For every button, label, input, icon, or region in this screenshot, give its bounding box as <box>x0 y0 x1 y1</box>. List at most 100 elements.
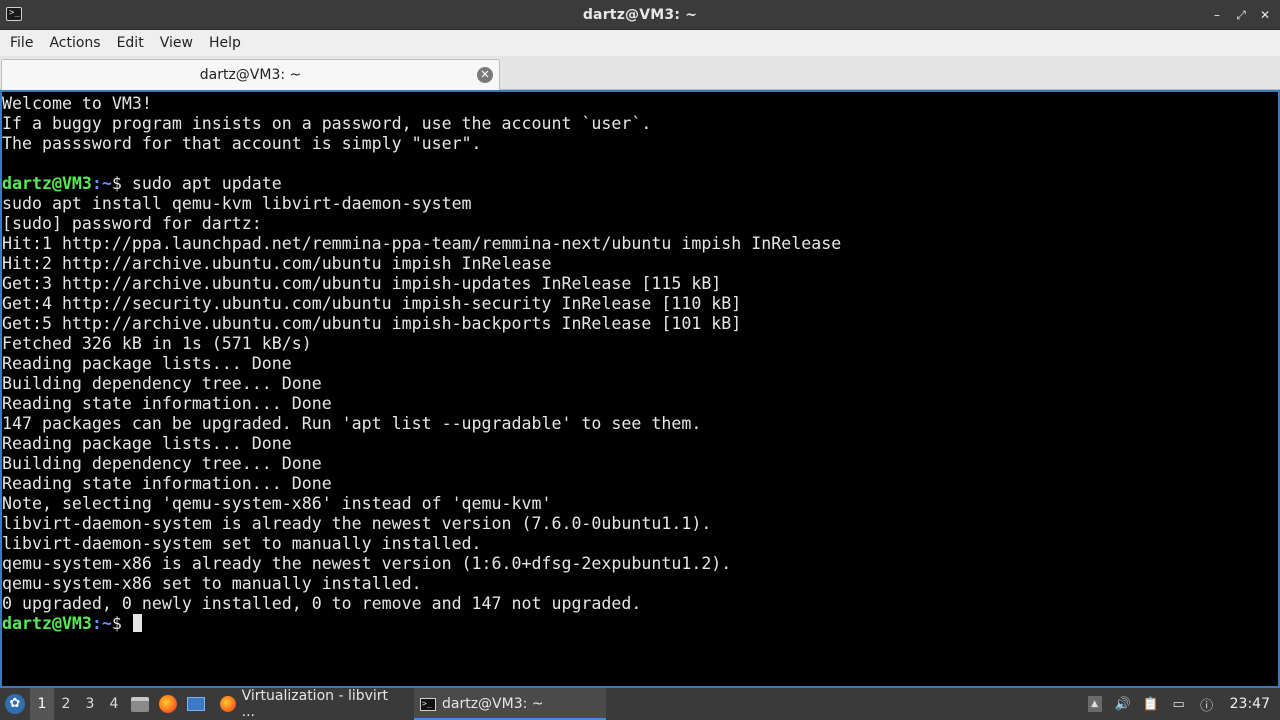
terminal-line: qemu-system-x86 set to manually installe… <box>2 574 1278 594</box>
close-icon[interactable]: ✕ <box>1258 8 1272 22</box>
terminal-line: 0 upgraded, 0 newly installed, 0 to remo… <box>2 594 1278 614</box>
prompt-user: dartz@VM3 <box>2 174 92 193</box>
terminal-line: Get:4 http://security.ubuntu.com/ubuntu … <box>2 294 1278 314</box>
desktop-4-button[interactable]: 4 <box>102 688 126 720</box>
terminal-line-text: Get:5 http://archive.ubuntu.com/ubuntu i… <box>2 314 742 333</box>
terminal-icon: >_ <box>420 697 436 711</box>
task-terminal[interactable]: >_ dartz@VM3: ~ <box>414 688 606 720</box>
terminal-line-text: Welcome to VM3! <box>2 94 152 113</box>
terminal-line: Reading state information... Done <box>2 394 1278 414</box>
terminal-line: If a buggy program insists on a password… <box>2 114 1278 134</box>
menu-edit[interactable]: Edit <box>109 35 152 51</box>
task-label: dartz@VM3: ~ <box>442 696 544 712</box>
terminal-line-text: 147 packages can be upgraded. Run 'apt l… <box>2 414 702 433</box>
prompt-suffix: $ <box>111 614 132 633</box>
firefox-launcher[interactable] <box>154 688 182 720</box>
notifications-icon[interactable]: ⓘ <box>1196 693 1218 715</box>
terminal-line-text: sudo apt update <box>131 174 282 193</box>
terminal-line-text: Get:4 http://security.ubuntu.com/ubuntu … <box>2 294 742 313</box>
terminal-prompt-line: dartz@VM3:~$ <box>2 614 1278 634</box>
terminal-prompt-line: dartz@VM3:~$ sudo apt update <box>2 174 1278 194</box>
task-firefox-virtualization[interactable]: Virtualization - libvirt ... <box>214 688 408 720</box>
tray-expand-icon[interactable]: ▲ <box>1084 693 1106 715</box>
terminal-line: Reading state information... Done <box>2 474 1278 494</box>
menu-bar: File Actions Edit View Help <box>0 30 1280 56</box>
window-controls: – ⤢ ✕ <box>1210 0 1272 30</box>
terminal-line-text: Note, selecting 'qemu-system-x86' instea… <box>2 494 552 513</box>
terminal-line-text: libvirt-daemon-system is already the new… <box>2 514 712 533</box>
terminal-output[interactable]: Welcome to VM3! If a buggy program insist… <box>0 90 1280 688</box>
terminal-line: Hit:1 http://ppa.launchpad.net/remmina-p… <box>2 234 1278 254</box>
terminal-line: The passsword for that account is simply… <box>2 134 1278 154</box>
tab-bar: dartz@VM3: ~ ✕ <box>0 56 1280 90</box>
volume-icon[interactable]: 🔊 <box>1112 693 1134 715</box>
system-tray: ▲ 🔊 📋 ▭ ⓘ 23:47 <box>1084 688 1280 720</box>
minimize-icon[interactable]: – <box>1210 8 1224 22</box>
prompt-path: :~ <box>91 174 112 193</box>
terminal-cursor <box>132 614 142 632</box>
terminal-line: Get:5 http://archive.ubuntu.com/ubuntu i… <box>2 314 1278 334</box>
terminal-line-text: qemu-system-x86 is already the newest ve… <box>2 554 732 573</box>
terminal-line: Building dependency tree... Done <box>2 374 1278 394</box>
file-manager-launcher[interactable] <box>126 688 154 720</box>
terminal-line: Reading package lists... Done <box>2 354 1278 374</box>
desktop-2-button[interactable]: 2 <box>54 688 78 720</box>
taskbar: ✿ 1 2 3 4 Virtualization - libvirt ... >… <box>0 688 1280 720</box>
terminal-line: 147 packages can be upgraded. Run 'apt l… <box>2 414 1278 434</box>
terminal-line: Reading package lists... Done <box>2 434 1278 454</box>
terminal-line-text: If a buggy program insists on a password… <box>2 114 652 133</box>
desktop-1-button[interactable]: 1 <box>30 688 54 720</box>
terminal-line-text: Building dependency tree... Done <box>2 454 322 473</box>
terminal-line-text: [sudo] password for dartz: <box>2 214 262 233</box>
desktop-3-button[interactable]: 3 <box>78 688 102 720</box>
terminal-line: Building dependency tree... Done <box>2 454 1278 474</box>
terminal-line-text: qemu-system-x86 set to manually installe… <box>2 574 422 593</box>
maximize-icon[interactable]: ⤢ <box>1234 8 1248 22</box>
clipboard-icon[interactable]: 📋 <box>1140 693 1162 715</box>
window-titlebar[interactable]: >_ dartz@VM3: ~ – ⤢ ✕ <box>0 0 1280 30</box>
terminal-line: Welcome to VM3! <box>2 94 1278 114</box>
tab-terminal[interactable]: dartz@VM3: ~ ✕ <box>1 59 500 90</box>
terminal-line-text: The passsword for that account is simply… <box>2 134 482 153</box>
terminal-line: sudo apt install qemu-kvm libvirt-daemon… <box>2 194 1278 214</box>
tab-close-icon[interactable]: ✕ <box>477 67 493 83</box>
task-label: Virtualization - libvirt ... <box>241 688 389 720</box>
firefox-icon <box>220 696 236 712</box>
show-desktop-icon <box>187 697 205 711</box>
terminal-line-text: Hit:1 http://ppa.launchpad.net/remmina-p… <box>2 234 842 253</box>
terminal-line-text: sudo apt install qemu-kvm libvirt-daemon… <box>2 194 472 213</box>
terminal-line-text: Building dependency tree... Done <box>2 374 322 393</box>
menu-file[interactable]: File <box>2 35 41 51</box>
network-icon[interactable]: ▭ <box>1168 693 1190 715</box>
terminal-line: [sudo] password for dartz: <box>2 214 1278 234</box>
terminal-line-text: Reading package lists... Done <box>2 434 292 453</box>
terminal-app-icon[interactable]: >_ <box>6 7 22 21</box>
terminal-line: Fetched 326 kB in 1s (571 kB/s) <box>2 334 1278 354</box>
terminal-line: Get:3 http://archive.ubuntu.com/ubuntu i… <box>2 274 1278 294</box>
file-manager-icon <box>131 696 149 712</box>
terminal-line-text: Reading package lists... Done <box>2 354 292 373</box>
terminal-line-text: Get:3 http://archive.ubuntu.com/ubuntu i… <box>2 274 722 293</box>
clock[interactable]: 23:47 <box>1230 696 1270 712</box>
terminal-line-text: libvirt-daemon-system set to manually in… <box>2 534 482 553</box>
terminal-line: libvirt-daemon-system is already the new… <box>2 514 1278 534</box>
terminal-line-text: 0 upgraded, 0 newly installed, 0 to remo… <box>2 594 642 613</box>
prompt-suffix: $ <box>111 174 132 193</box>
terminal-line-text: Fetched 326 kB in 1s (571 kB/s) <box>2 334 312 353</box>
window-title: dartz@VM3: ~ <box>582 6 698 23</box>
menu-actions[interactable]: Actions <box>41 35 108 51</box>
terminal-line: qemu-system-x86 is already the newest ve… <box>2 554 1278 574</box>
menu-help[interactable]: Help <box>201 35 249 51</box>
tab-label: dartz@VM3: ~ <box>199 67 302 83</box>
terminal-line: Hit:2 http://archive.ubuntu.com/ubuntu i… <box>2 254 1278 274</box>
terminal-line: libvirt-daemon-system set to manually in… <box>2 534 1278 554</box>
prompt-user: dartz@VM3 <box>2 614 92 633</box>
terminal-line-text: Reading state information... Done <box>2 394 332 413</box>
firefox-icon <box>159 695 177 713</box>
prompt-path: :~ <box>91 614 112 633</box>
show-desktop-launcher[interactable] <box>182 688 210 720</box>
menu-view[interactable]: View <box>152 35 201 51</box>
lubuntu-logo-icon: ✿ <box>5 694 25 714</box>
start-menu-button[interactable]: ✿ <box>0 688 30 720</box>
